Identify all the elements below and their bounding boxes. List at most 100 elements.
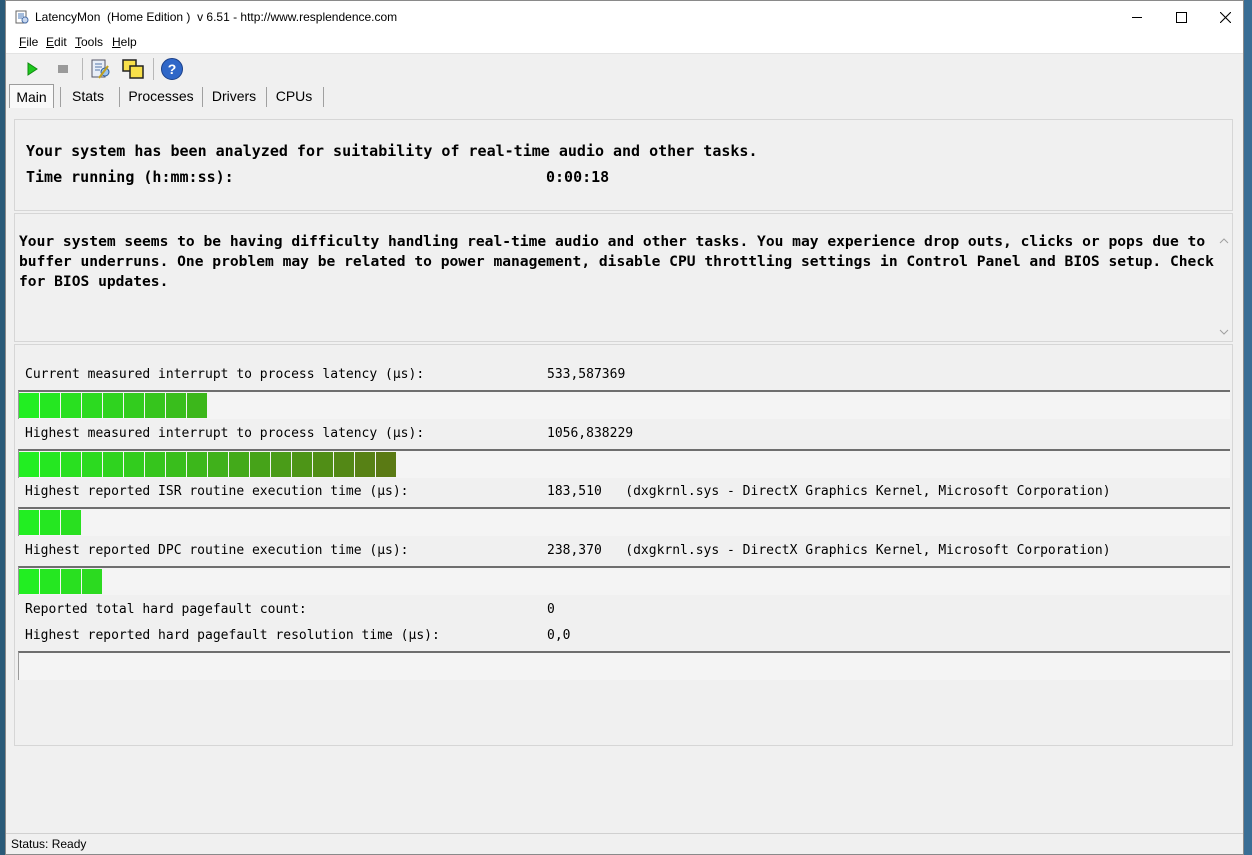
report-icon [91,59,110,79]
highest-latency-bar [18,449,1230,478]
dpc-time-bar [18,566,1230,595]
desktop-background [1244,0,1252,855]
scroll-down-icon[interactable] [1219,327,1229,337]
tab-drivers[interactable]: Drivers [207,84,261,108]
bar-segment [313,452,333,477]
tab-separator [119,87,120,107]
bar-segment [145,393,165,418]
bar-segment [187,452,207,477]
tab-strip: Main Stats Processes Drivers CPUs [6,84,1243,109]
bar-segment [40,393,60,418]
menu-file[interactable]: File [19,35,38,49]
time-running-label: Time running (h:mm:ss): [26,168,234,186]
windows-button[interactable] [120,56,146,82]
conclusion-text: Your system seems to be having difficult… [19,233,1214,290]
bar-segment [292,452,312,477]
pagefault-time-bar [18,651,1230,680]
title-bar[interactable]: LatencyMon (Home Edition ) v 6.51 - http… [6,1,1243,33]
analysis-summary-panel: Your system has been analyzed for suitab… [14,119,1233,211]
bar-segment [19,393,39,418]
menu-help[interactable]: Help [112,35,137,49]
tab-processes[interactable]: Processes [125,84,197,108]
play-icon [27,62,38,76]
bar-segment [166,393,186,418]
scroll-up-icon[interactable] [1219,236,1229,246]
stop-button[interactable] [50,56,76,82]
pagefault-count-label: Reported total hard pagefault count: [25,602,307,617]
isr-time-label: Highest reported ISR routine execution t… [25,484,409,499]
svg-text:?: ? [168,61,177,77]
bar-segment [376,452,396,477]
bar-segment [271,452,291,477]
bar-segment [40,452,60,477]
maximize-button[interactable] [1158,1,1204,33]
current-latency-bar [18,390,1230,419]
help-icon: ? [161,58,183,80]
bar-segment [355,452,375,477]
status-bar: Status: Ready [6,833,1243,854]
close-button[interactable] [1202,1,1248,33]
start-button[interactable] [19,56,45,82]
tab-separator [202,87,203,107]
bar-segment [40,569,60,594]
bar-segment [82,393,102,418]
toolbar-separator [82,58,83,80]
report-button[interactable] [88,56,114,82]
bar-segment [61,452,81,477]
dpc-time-bar-fill [19,569,103,594]
bar-segment [145,452,165,477]
close-icon [1219,11,1231,23]
toolbar: ? [6,54,1243,84]
dpc-time-label: Highest reported DPC routine execution t… [25,543,409,558]
menu-tools[interactable]: Tools [75,35,103,49]
highest-latency-value: 1056,838229 [547,426,634,441]
current-latency-value: 533,587369 [547,367,626,382]
bar-segment [19,569,39,594]
tab-cpus[interactable]: CPUs [272,84,316,108]
status-text: Status: Ready [11,837,87,851]
tab-separator [60,87,61,107]
menu-edit[interactable]: Edit [46,35,67,49]
isr-time-bar [18,507,1230,536]
bar-segment [187,393,207,418]
latencymon-window: LatencyMon (Home Edition ) v 6.51 - http… [5,0,1244,855]
toolbar-separator [153,58,154,80]
bar-segment [103,393,123,418]
maximize-icon [1175,11,1187,23]
current-latency-bar-fill [19,393,208,418]
analysis-intro-text: Your system has been analyzed for suitab… [26,142,758,160]
bar-segment [82,569,102,594]
measurements-panel: Current measured interrupt to process la… [14,344,1233,746]
isr-time-bar-fill [19,510,82,535]
tab-stats[interactable]: Stats [66,84,110,108]
bar-segment [61,569,81,594]
pagefault-time-label: Highest reported hard pagefault resoluti… [25,628,440,643]
minimize-button[interactable] [1114,1,1160,33]
tab-separator [323,87,324,107]
windows-icon [122,59,144,79]
bar-segment [19,510,39,535]
dpc-time-value: 238,370 (dxgkrnl.sys - DirectX Graphics … [547,543,1111,558]
bar-segment [61,393,81,418]
help-button[interactable]: ? [159,56,185,82]
bar-segment [82,452,102,477]
isr-time-value: 183,510 (dxgkrnl.sys - DirectX Graphics … [547,484,1111,499]
tab-main[interactable]: Main [9,84,54,108]
conclusion-panel[interactable]: Your system seems to be having difficult… [14,213,1233,342]
highest-latency-label: Highest measured interrupt to process la… [25,426,425,441]
bar-segment [166,452,186,477]
highest-latency-bar-fill [19,452,397,477]
app-icon [15,10,29,24]
bar-segment [229,452,249,477]
stop-icon [58,65,68,73]
bar-segment [103,452,123,477]
menu-bar: File Edit Tools Help [6,33,1243,54]
tab-separator [266,87,267,107]
bar-segment [61,510,81,535]
time-running-value: 0:00:18 [546,168,610,186]
bar-segment [124,393,144,418]
bar-segment [208,452,228,477]
bar-segment [19,452,39,477]
pagefault-count-value: 0 [547,602,555,617]
bar-segment [334,452,354,477]
